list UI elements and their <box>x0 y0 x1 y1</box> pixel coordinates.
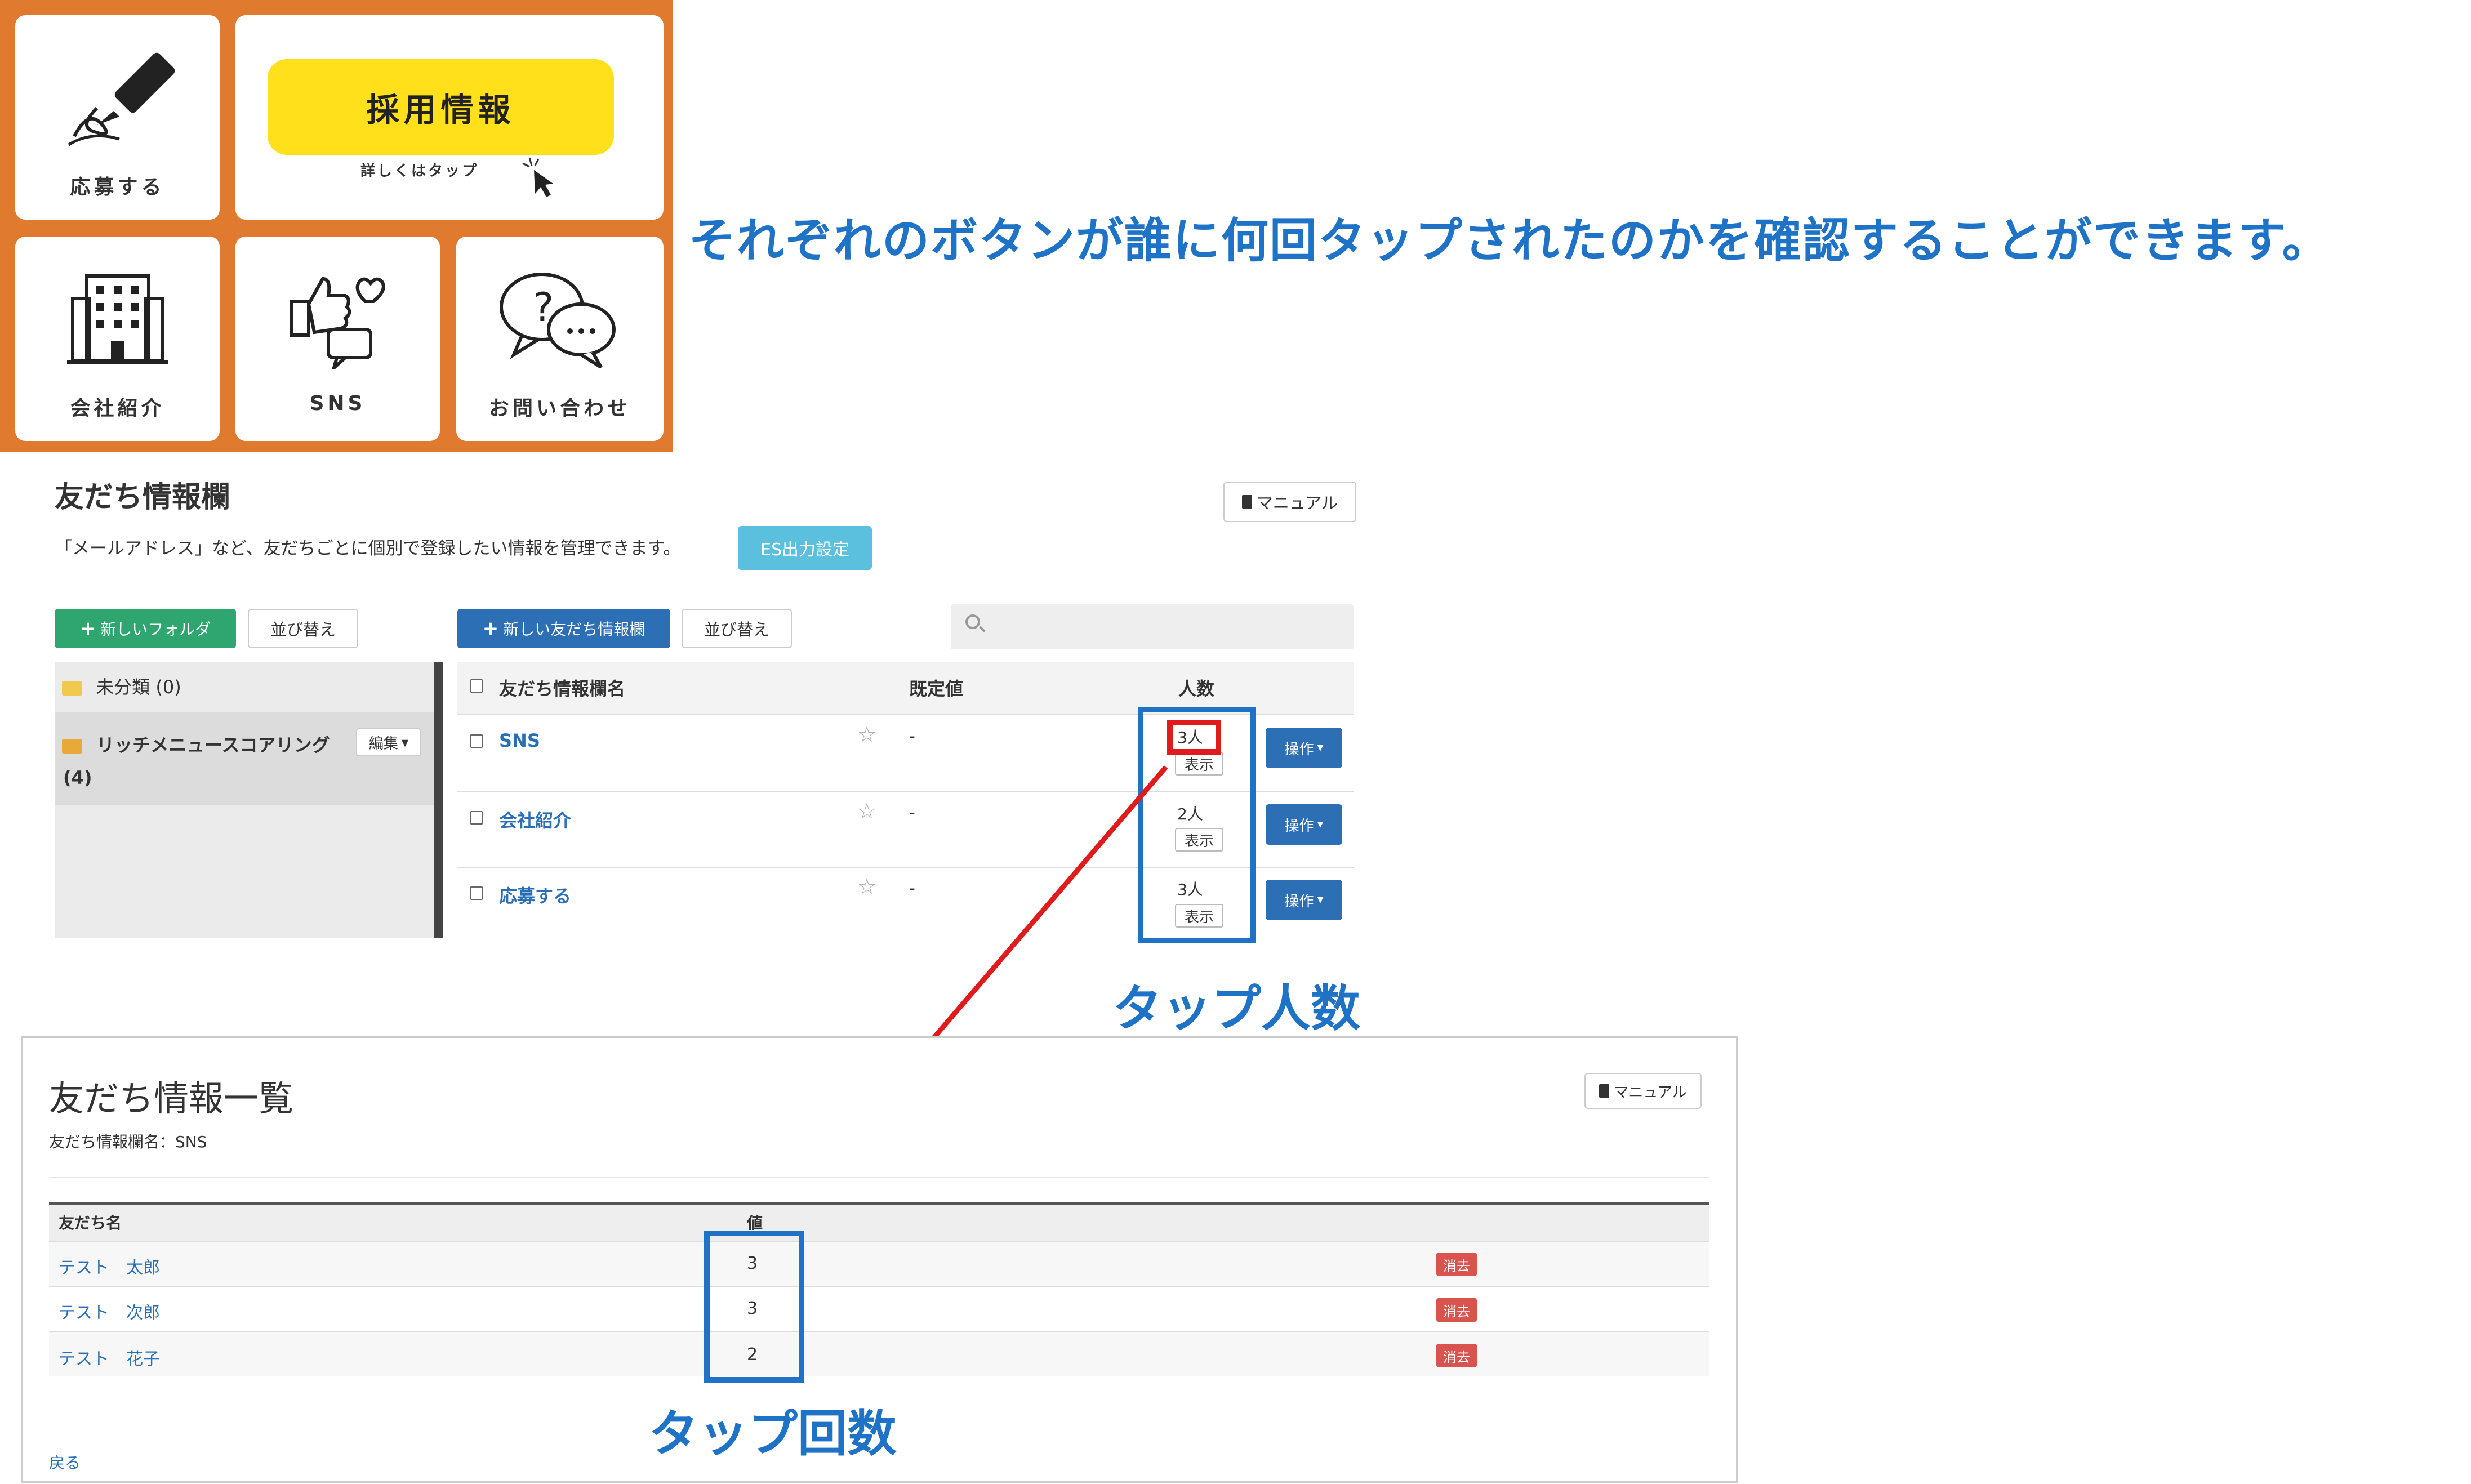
back-link[interactable]: 戻る <box>49 1451 81 1473</box>
friend-name-link[interactable]: テスト 太郎 <box>59 1254 160 1278</box>
col-friend-name-header: 友だち名 <box>59 1214 122 1232</box>
list-subtitle: 友だち情報欄名：SNS <box>49 1133 207 1151</box>
list-page-title: 友だち情報一覧 <box>49 1078 294 1119</box>
manual-button-label: マニュアル <box>1614 1084 1687 1101</box>
delete-button[interactable]: 消去 <box>1436 1298 1477 1322</box>
delete-button[interactable]: 消去 <box>1436 1344 1477 1367</box>
book-icon <box>1599 1084 1610 1098</box>
col-value-header: 値 <box>747 1214 763 1232</box>
divider <box>49 1177 1709 1178</box>
friend-name-link[interactable]: テスト 花子 <box>59 1345 160 1370</box>
tap-count-label: タップ回数 <box>649 1405 897 1463</box>
manual-button[interactable]: マニュアル <box>1584 1073 1702 1109</box>
delete-button[interactable]: 消去 <box>1436 1253 1477 1276</box>
value-column-highlight <box>704 1231 804 1383</box>
friend-name-link[interactable]: テスト 次郎 <box>59 1299 160 1323</box>
